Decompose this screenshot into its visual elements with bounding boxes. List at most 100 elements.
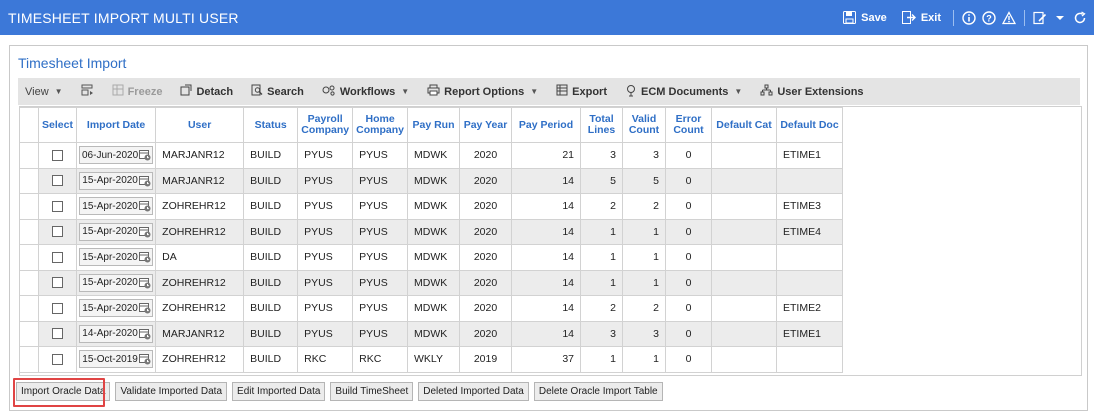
column-header[interactable]: Status bbox=[243, 107, 299, 143]
workflows-menu[interactable]: Workflows ▼ bbox=[313, 84, 418, 99]
import-date-field[interactable]: 15-Apr-2020 bbox=[79, 171, 153, 190]
layout-button[interactable] bbox=[72, 84, 103, 99]
validate-imported-data-button[interactable]: Validate Imported Data bbox=[115, 382, 228, 401]
calendar-icon[interactable] bbox=[138, 251, 151, 263]
edit-imported-data-button[interactable]: Edit Imported Data bbox=[232, 382, 326, 401]
row-gutter bbox=[20, 295, 39, 322]
select-checkbox[interactable] bbox=[52, 302, 63, 314]
view-menu[interactable]: View ▼ bbox=[18, 86, 72, 98]
column-header[interactable]: Pay Period bbox=[511, 107, 581, 143]
freeze-button[interactable]: Freeze bbox=[103, 84, 172, 99]
pay-period-cell: 14 bbox=[511, 193, 581, 220]
import-date-value: 15-Apr-2020 bbox=[82, 200, 138, 212]
calendar-icon[interactable] bbox=[138, 200, 151, 212]
select-checkbox[interactable] bbox=[52, 175, 63, 187]
ecm-documents-menu[interactable]: ECM Documents ▼ bbox=[616, 84, 751, 100]
table-row[interactable]: 15-Apr-2020 ZOHREHR12 BUILD PYUS PYUS MDWK 202… bbox=[20, 193, 843, 220]
import-date-field[interactable]: 14-Apr-2020 bbox=[79, 324, 153, 343]
pay-year-cell: 2020 bbox=[459, 218, 512, 245]
delete-oracle-import-table-button[interactable]: Delete Oracle Import Table bbox=[533, 382, 663, 401]
search-button[interactable]: Search bbox=[242, 84, 313, 99]
calendar-icon[interactable] bbox=[138, 175, 151, 187]
calendar-icon[interactable] bbox=[138, 328, 151, 340]
calendar-icon[interactable] bbox=[138, 353, 151, 365]
info-icon[interactable] bbox=[961, 10, 977, 26]
select-checkbox[interactable] bbox=[52, 200, 63, 212]
column-header[interactable]: Default Cat bbox=[711, 107, 777, 143]
calendar-icon[interactable] bbox=[139, 149, 151, 161]
edit-note-icon[interactable] bbox=[1032, 10, 1048, 26]
export-icon bbox=[556, 84, 568, 99]
user-cell: ZOHREHR12 bbox=[155, 269, 245, 296]
column-header[interactable]: Default Doc bbox=[776, 107, 843, 143]
column-header[interactable]: User bbox=[155, 107, 245, 143]
select-checkbox[interactable] bbox=[52, 277, 63, 289]
status-cell: BUILD bbox=[243, 269, 299, 296]
select-checkbox[interactable] bbox=[52, 251, 63, 263]
calendar-icon[interactable] bbox=[138, 302, 151, 314]
title-bar-actions: Save Exit ? bbox=[836, 0, 1088, 35]
select-checkbox[interactable] bbox=[52, 149, 63, 161]
table-row[interactable]: 15-Apr-2020 ZOHREHR12 BUILD PYUS PYUS MDWK 202… bbox=[20, 295, 843, 322]
pay-year-cell: 2020 bbox=[459, 244, 512, 271]
user-extensions-button[interactable]: User Extensions bbox=[751, 84, 872, 99]
select-checkbox[interactable] bbox=[52, 353, 63, 365]
warning-icon[interactable] bbox=[1001, 10, 1017, 26]
table-row[interactable]: 15-Apr-2020 DA BUILD PYUS PYUS MDWK 2020 14 1 1 0 bbox=[20, 244, 843, 271]
import-date-field[interactable]: 15-Apr-2020 bbox=[79, 299, 153, 318]
chevron-down-icon[interactable] bbox=[1052, 10, 1068, 26]
table-row[interactable]: 15-Oct-2019 ZOHREHR12 BUILD RKC RKC WKLY 2019 3… bbox=[20, 346, 843, 373]
column-header[interactable]: Select bbox=[38, 107, 77, 143]
build-timesheet-button[interactable]: Build TimeSheet bbox=[330, 382, 414, 401]
table-body: 06-Jun-2020 MARJANR12 BUILD PYUS PYUS MDWK 202… bbox=[20, 142, 843, 373]
table-row[interactable]: 15-Apr-2020 MARJANR12 BUILD PYUS PYUS MDWK 202… bbox=[20, 167, 843, 194]
home-company-cell: PYUS bbox=[352, 269, 408, 296]
import-date-field[interactable]: 06-Jun-2020 bbox=[79, 146, 154, 165]
column-header[interactable]: Home Company bbox=[352, 107, 408, 143]
column-header[interactable]: Valid Count bbox=[622, 107, 666, 143]
column-header[interactable]: Payroll Company bbox=[297, 107, 354, 143]
error-count-cell: 0 bbox=[665, 346, 712, 373]
default-cat-cell bbox=[711, 346, 777, 373]
table-row[interactable]: 06-Jun-2020 MARJANR12 BUILD PYUS PYUS MDWK 202… bbox=[20, 142, 843, 169]
refresh-icon[interactable] bbox=[1072, 10, 1088, 26]
valid-count-cell: 1 bbox=[622, 218, 666, 245]
column-header[interactable]: Import Date bbox=[75, 107, 157, 143]
import-date-field[interactable]: 15-Apr-2020 bbox=[79, 197, 153, 216]
column-header[interactable]: Total Lines bbox=[580, 107, 623, 143]
import-date-field[interactable]: 15-Apr-2020 bbox=[79, 222, 153, 241]
save-button[interactable]: Save bbox=[836, 10, 892, 26]
select-checkbox[interactable] bbox=[52, 328, 63, 340]
import-date-field[interactable]: 15-Oct-2019 bbox=[79, 350, 153, 369]
report-options-menu[interactable]: Report Options ▼ bbox=[418, 84, 547, 99]
detach-button[interactable]: Detach bbox=[171, 84, 242, 99]
import-oracle-data-button[interactable]: Import Oracle Data bbox=[16, 382, 111, 401]
column-header[interactable]: Pay Year bbox=[459, 107, 512, 143]
help-icon[interactable]: ? bbox=[981, 10, 997, 26]
column-header[interactable]: Pay Run bbox=[407, 107, 460, 143]
valid-count-cell: 3 bbox=[622, 142, 666, 169]
table-row[interactable]: 15-Apr-2020 ZOHREHR12 BUILD PYUS PYUS MDWK 202… bbox=[20, 218, 843, 245]
calendar-icon[interactable] bbox=[138, 277, 151, 289]
table-row[interactable]: 15-Apr-2020 ZOHREHR12 BUILD PYUS PYUS MDWK 202… bbox=[20, 269, 843, 296]
default-cat-cell bbox=[711, 295, 777, 322]
import-date-field[interactable]: 15-Apr-2020 bbox=[79, 273, 153, 292]
deleted-imported-data-button[interactable]: Deleted Imported Data bbox=[418, 382, 529, 401]
save-label: Save bbox=[861, 11, 887, 24]
export-button[interactable]: Export bbox=[547, 84, 616, 99]
calendar-icon[interactable] bbox=[138, 226, 151, 238]
default-doc-cell bbox=[776, 244, 843, 271]
valid-count-cell: 1 bbox=[622, 244, 666, 271]
pay-run-cell: MDWK bbox=[407, 320, 460, 347]
row-gutter bbox=[20, 244, 39, 271]
select-checkbox[interactable] bbox=[52, 226, 63, 238]
exit-button[interactable]: Exit bbox=[896, 10, 946, 26]
pay-period-cell: 37 bbox=[511, 346, 581, 373]
table-row[interactable]: 14-Apr-2020 MARJANR12 BUILD PYUS PYUS MDWK 202… bbox=[20, 320, 843, 347]
total-lines-cell: 5 bbox=[580, 167, 623, 194]
workflows-label: Workflows bbox=[339, 85, 396, 98]
import-date-field[interactable]: 15-Apr-2020 bbox=[79, 248, 153, 267]
pay-year-cell: 2020 bbox=[459, 193, 512, 220]
column-header[interactable]: Error Count bbox=[665, 107, 712, 143]
import-date-cell: 15-Apr-2020 bbox=[75, 269, 157, 296]
